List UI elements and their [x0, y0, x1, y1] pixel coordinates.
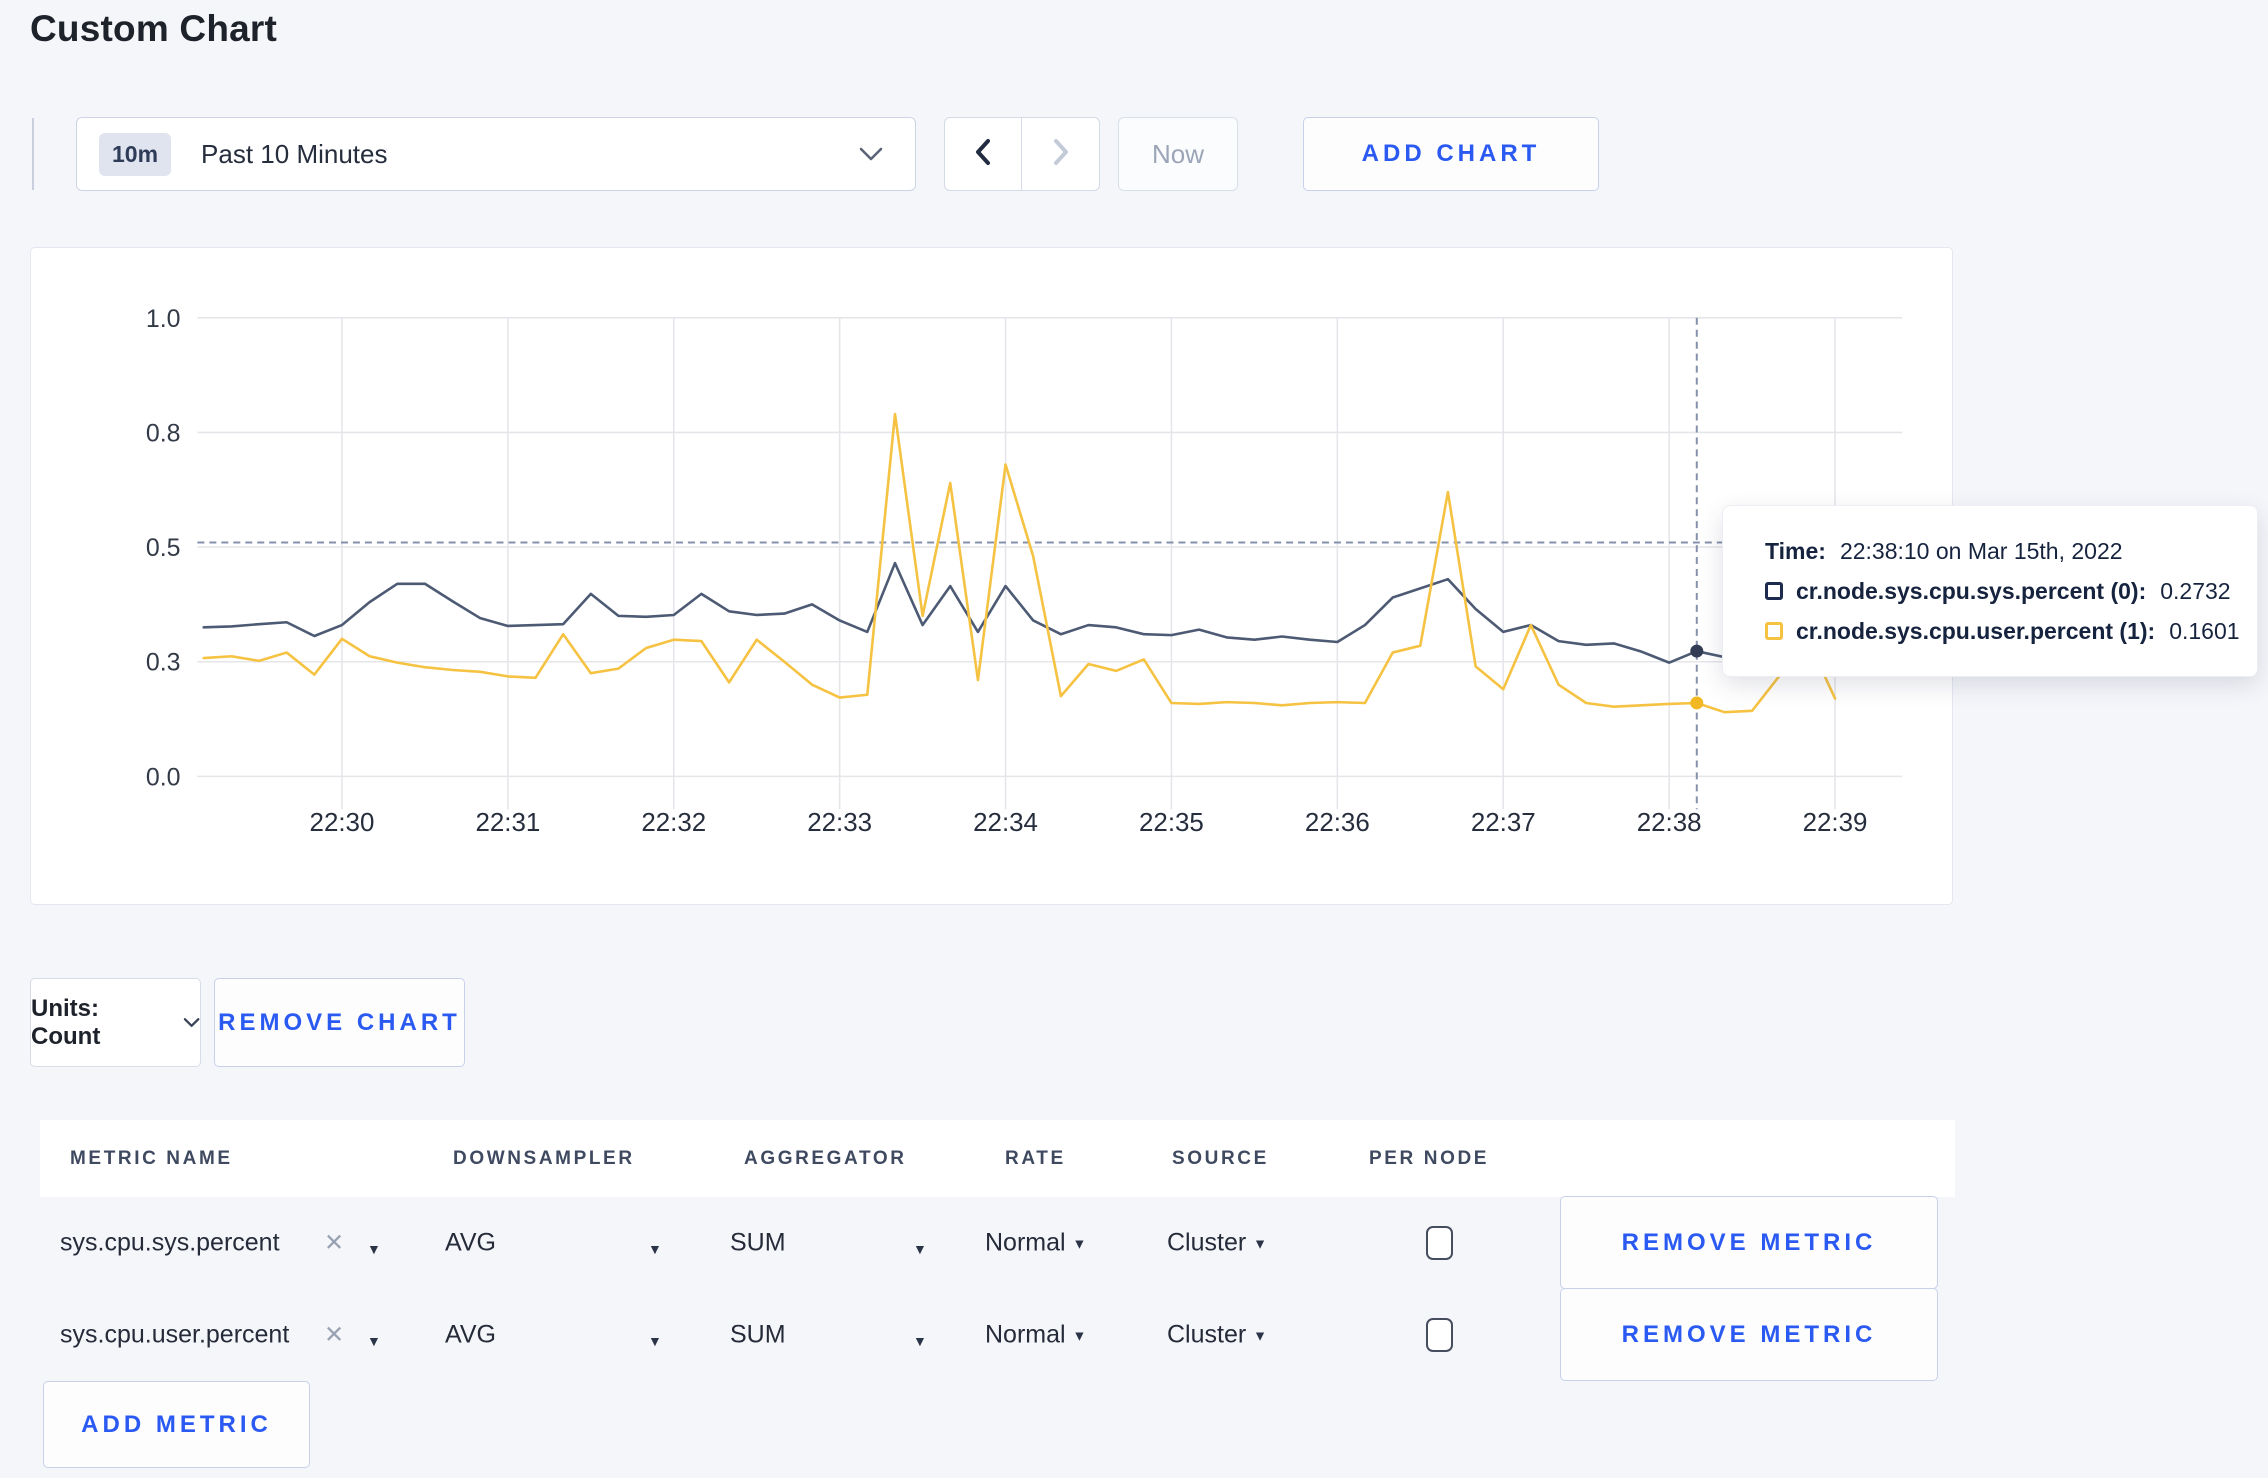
- units-label: Units: Count: [31, 994, 101, 1050]
- svg-text:22:31: 22:31: [475, 809, 540, 837]
- rate-select[interactable]: Normal ▼: [985, 1229, 1086, 1258]
- series-swatch-icon: [1765, 622, 1783, 640]
- aggregator-select[interactable]: SUM: [730, 1321, 786, 1350]
- svg-text:22:37: 22:37: [1471, 809, 1536, 837]
- chart-tooltip: Time: 22:38:10 on Mar 15th, 2022 cr.node…: [1722, 505, 2258, 677]
- chevron-left-icon: [972, 136, 994, 173]
- caret-down-icon[interactable]: ▼: [913, 1333, 927, 1349]
- svg-text:0.8: 0.8: [146, 419, 181, 447]
- metric-table-row: sys.cpu.sys.percent ✕ ▼ AVG ▼ SUM ▼ Norm…: [40, 1196, 1955, 1289]
- chevron-down-icon: [859, 147, 883, 162]
- add-chart-button[interactable]: ADD CHART: [1303, 117, 1599, 191]
- svg-text:1.0: 1.0: [146, 305, 181, 333]
- remove-chart-button[interactable]: REMOVE CHART: [214, 978, 465, 1067]
- units-dropdown[interactable]: Units: Count: [30, 978, 201, 1067]
- column-header-metric-name: METRIC NAME: [70, 1147, 233, 1169]
- caret-down-icon[interactable]: ▼: [648, 1333, 662, 1349]
- per-node-checkbox[interactable]: [1426, 1226, 1453, 1260]
- downsampler-select[interactable]: AVG: [445, 1321, 496, 1350]
- caret-down-icon: ▼: [1072, 1235, 1087, 1252]
- metric-name-select[interactable]: sys.cpu.user.percent: [60, 1321, 289, 1350]
- tooltip-series-value: 0.1601: [2169, 617, 2240, 644]
- rate-select[interactable]: Normal ▼: [985, 1321, 1086, 1350]
- svg-text:0.3: 0.3: [146, 649, 181, 677]
- caret-down-icon: ▼: [1253, 1327, 1267, 1344]
- remove-metric-button[interactable]: REMOVE METRIC: [1560, 1288, 1938, 1381]
- svg-text:22:33: 22:33: [807, 809, 872, 837]
- chevron-down-icon: [183, 1017, 200, 1027]
- caret-down-icon[interactable]: ▼: [648, 1241, 662, 1257]
- metric-table-row: sys.cpu.user.percent ✕ ▼ AVG ▼ SUM ▼ Nor…: [40, 1288, 1955, 1381]
- now-button[interactable]: Now: [1118, 117, 1238, 191]
- caret-down-icon[interactable]: ▼: [367, 1241, 381, 1257]
- column-header-downsampler: DOWNSAMPLER: [453, 1147, 635, 1169]
- downsampler-select[interactable]: AVG: [445, 1229, 496, 1258]
- caret-down-icon[interactable]: ▼: [913, 1241, 927, 1257]
- caret-down-icon[interactable]: ▼: [367, 1333, 381, 1349]
- series-swatch-icon: [1765, 582, 1783, 600]
- metrics-table-body: sys.cpu.sys.percent ✕ ▼ AVG ▼ SUM ▼ Norm…: [40, 1196, 1955, 1381]
- tooltip-time-value: 22:38:10 on Mar 15th, 2022: [1839, 537, 2123, 564]
- source-select[interactable]: Cluster ▼: [1167, 1229, 1267, 1258]
- timeframe-dropdown[interactable]: 10m Past 10 Minutes: [76, 117, 916, 191]
- timeframe-pager: [944, 117, 1100, 191]
- custom-chart-plot[interactable]: 0.0 0.3 0.5 0.8 1.0 22:30 22:31 22:32 22:33 22:34…: [31, 248, 1952, 904]
- svg-text:22:30: 22:30: [310, 809, 375, 837]
- column-header-per-node: PER NODE: [1369, 1147, 1490, 1169]
- timeframe-badge: 10m: [99, 132, 172, 176]
- toolbar-divider: [32, 118, 34, 190]
- remove-metric-button[interactable]: REMOVE METRIC: [1560, 1196, 1938, 1289]
- caret-down-icon: ▼: [1072, 1327, 1087, 1344]
- column-header-aggregator: AGGREGATOR: [744, 1147, 907, 1169]
- metric-name-select[interactable]: sys.cpu.sys.percent: [60, 1229, 280, 1258]
- tooltip-series-row: cr.node.sys.cpu.user.percent (1): 0.1601: [1765, 611, 2240, 651]
- page-title: Custom Chart: [30, 8, 278, 49]
- tooltip-series-value: 0.2732: [2160, 577, 2231, 604]
- svg-text:22:36: 22:36: [1305, 809, 1370, 837]
- timeframe-label: Past 10 Minutes: [201, 138, 388, 169]
- clear-metric-icon[interactable]: ✕: [324, 1229, 344, 1258]
- metrics-table-header: METRIC NAME DOWNSAMPLER AGGREGATOR RATE …: [40, 1120, 1955, 1197]
- clear-metric-icon[interactable]: ✕: [324, 1321, 344, 1350]
- prev-timeframe-button[interactable]: [945, 118, 1022, 190]
- per-node-checkbox[interactable]: [1426, 1318, 1453, 1352]
- tooltip-time-row: Time: 22:38:10 on Mar 15th, 2022: [1765, 531, 2237, 571]
- tooltip-series-name: cr.node.sys.cpu.user.percent (1):: [1796, 617, 2156, 644]
- add-metric-button[interactable]: ADD METRIC: [43, 1381, 310, 1468]
- source-select[interactable]: Cluster ▼: [1167, 1321, 1267, 1350]
- next-timeframe-button[interactable]: [1022, 118, 1099, 190]
- chart-card: 0.0 0.3 0.5 0.8 1.0 22:30 22:31 22:32 22:33 22:34…: [30, 247, 1953, 905]
- caret-down-icon: ▼: [1253, 1235, 1267, 1252]
- svg-text:22:32: 22:32: [641, 809, 706, 837]
- svg-text:22:39: 22:39: [1803, 809, 1868, 837]
- chevron-right-icon: [1050, 136, 1072, 173]
- svg-text:22:34: 22:34: [973, 809, 1038, 837]
- svg-text:0.5: 0.5: [146, 534, 181, 562]
- svg-text:0.0: 0.0: [146, 763, 181, 791]
- svg-text:22:35: 22:35: [1139, 809, 1204, 837]
- aggregator-select[interactable]: SUM: [730, 1229, 786, 1258]
- tooltip-series-name: cr.node.sys.cpu.sys.percent (0):: [1796, 577, 2147, 604]
- tooltip-series-row: cr.node.sys.cpu.sys.percent (0): 0.2732: [1765, 571, 2237, 611]
- tooltip-time-label: Time:: [1765, 537, 1826, 564]
- column-header-rate: RATE: [1005, 1147, 1066, 1169]
- column-header-source: SOURCE: [1172, 1147, 1269, 1169]
- svg-text:22:38: 22:38: [1637, 809, 1702, 837]
